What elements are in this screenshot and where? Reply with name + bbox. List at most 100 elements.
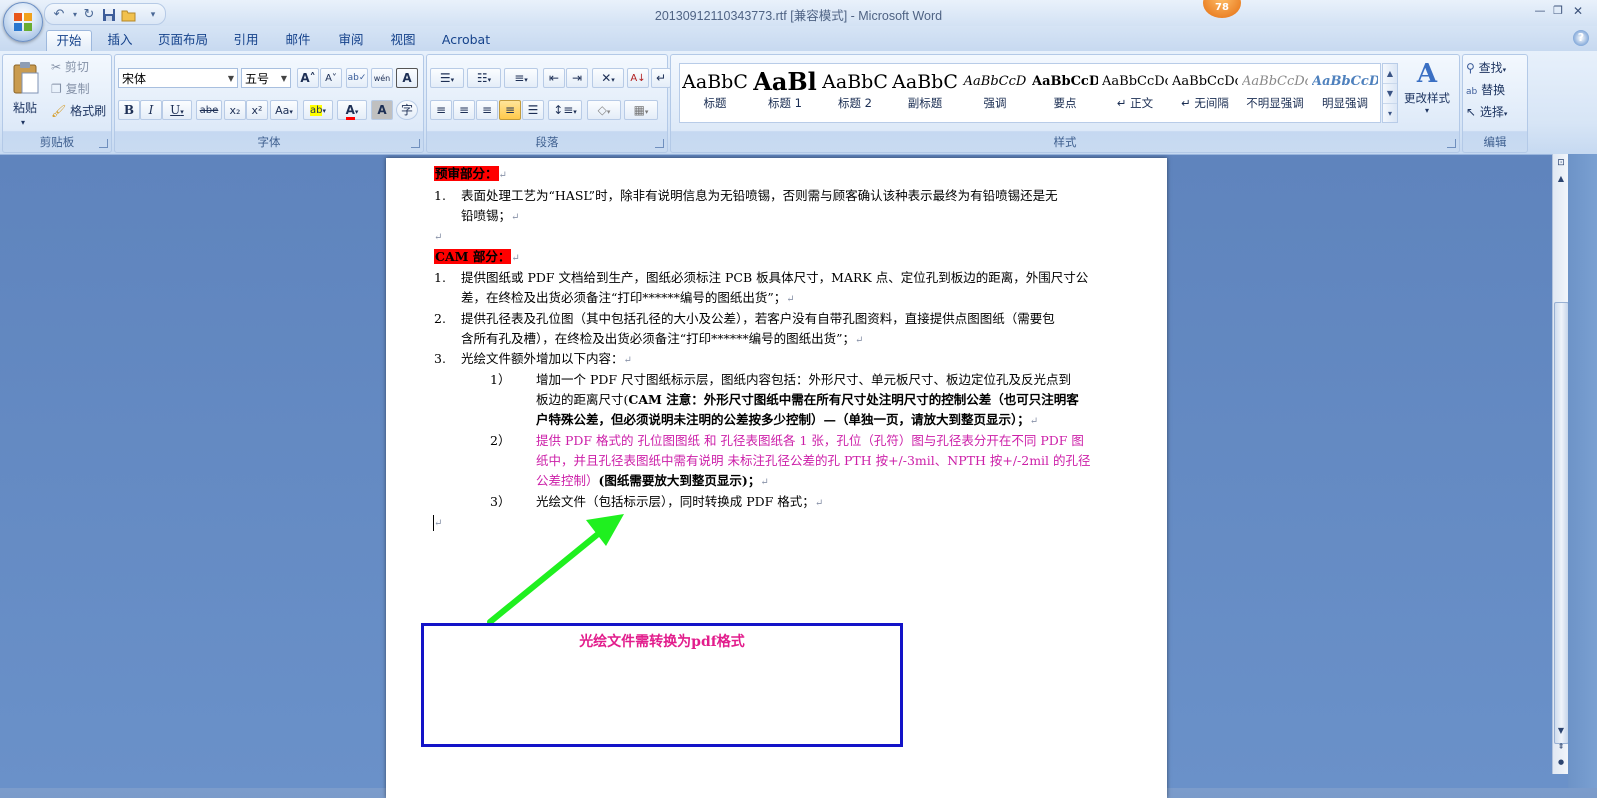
underline-button[interactable]: U▾ — [162, 100, 192, 120]
numbering-button[interactable]: ☷▾ — [467, 68, 501, 88]
phonetic-guide-button[interactable]: wén — [371, 68, 393, 88]
annotation-callout-box[interactable]: 光绘文件需转换为pdf格式 — [421, 623, 903, 747]
borders-button[interactable]: ▦▾ — [624, 100, 658, 120]
style-subtle-emphasis[interactable]: AaBbCcDc 不明显强调 — [1242, 67, 1308, 119]
change-styles-button[interactable]: A 更改样式 ▾ — [1399, 58, 1455, 128]
enclose-characters-button[interactable]: 字 — [396, 100, 418, 120]
bold-button[interactable]: B — [118, 100, 140, 120]
tab-view[interactable]: 视图 — [382, 30, 424, 51]
font-color-icon: A — [345, 103, 355, 120]
multilevel-list-button[interactable]: ≡▾ — [504, 68, 538, 88]
style-normal[interactable]: AaBbCcDc ↵ 正文 — [1102, 67, 1168, 119]
title-bar: ↶ ▾ ↻ ▾ 20130912110343773.rtf [兼容模式] - M… — [0, 0, 1597, 26]
vertical-scrollbar[interactable]: ⊡ ▲ ▼ ⇞ ● — [1552, 154, 1569, 774]
style-emphasis[interactable]: AaBbCcD 强调 — [962, 67, 1028, 119]
select-button[interactable]: ↖ 选择▾ — [1466, 102, 1524, 122]
tab-acrobat[interactable]: Acrobat — [436, 30, 496, 51]
shading-button[interactable]: ◇▾ — [587, 100, 621, 120]
office-logo-icon — [14, 13, 32, 31]
chevron-down-icon: ▾ — [354, 108, 359, 116]
paragraph-launcher-icon[interactable] — [655, 139, 664, 148]
paragraph-group: ☰▾ ☷▾ ≡▾ ⇤ ⇥ ✕▾ A↓ ↵ ≡ ≡ ≡ ≡ ☰ ↕≡▾ ◇▾ ▦▾… — [426, 54, 671, 153]
style-strong[interactable]: AaBbCcD 要点 — [1032, 67, 1098, 119]
style-heading-2[interactable]: AaBbC 标题 2 — [822, 67, 888, 119]
justify-button[interactable]: ≡ — [499, 100, 521, 120]
scroll-up-icon[interactable]: ▲ — [1554, 172, 1568, 186]
show-marks-button[interactable]: ↵ — [651, 68, 671, 88]
highlight-button[interactable]: ab▾ — [303, 100, 333, 120]
previous-page-icon[interactable]: ⇞ — [1554, 740, 1568, 754]
bullets-button[interactable]: ☰▾ — [430, 68, 464, 88]
gallery-up-icon[interactable]: ▲ — [1383, 64, 1397, 84]
superscript-button[interactable]: x² — [246, 100, 268, 120]
chinese-layout-button[interactable]: ✕▾ — [592, 68, 624, 88]
align-right-button[interactable]: ≡ — [476, 100, 498, 120]
align-center-button[interactable]: ≡ — [453, 100, 475, 120]
minimize-icon[interactable]: — — [1533, 4, 1547, 18]
style-title[interactable]: AaBbC 标题 — [682, 67, 748, 119]
tab-page-layout[interactable]: 页面布局 — [150, 30, 216, 51]
underline-label: U — [170, 103, 181, 117]
clear-formatting-button[interactable]: ab✓ — [346, 68, 368, 88]
character-shading-button[interactable]: A — [371, 100, 393, 120]
gallery-down-icon[interactable]: ▼ — [1383, 84, 1397, 104]
increase-indent-button[interactable]: ⇥ — [566, 68, 588, 88]
character-border-button[interactable]: A — [396, 68, 418, 88]
close-icon[interactable]: ✕ — [1571, 4, 1585, 18]
sort-button[interactable]: A↓ — [627, 68, 649, 88]
scroll-down-icon[interactable]: ▼ — [1554, 724, 1568, 738]
tab-insert[interactable]: 插入 — [99, 30, 141, 51]
cut-button[interactable]: ✂ 剪切 — [51, 57, 109, 77]
style-name: 强调 — [983, 96, 1007, 110]
style-name: 标题 — [703, 96, 727, 110]
scrollbar-thumb[interactable] — [1554, 302, 1569, 744]
restore-icon[interactable]: ❐ — [1551, 4, 1565, 18]
office-button[interactable] — [3, 2, 43, 42]
tab-home[interactable]: 开始 — [46, 30, 92, 52]
browse-object-icon[interactable]: ● — [1554, 755, 1568, 769]
change-case-label: Aa — [275, 104, 290, 117]
style-sample: AaBbC — [892, 71, 958, 93]
style-name: 标题 1 — [768, 96, 802, 110]
chevron-down-icon: ▼ — [280, 74, 287, 83]
tab-review[interactable]: 审阅 — [330, 30, 372, 51]
highlighter-icon: ab — [310, 105, 323, 116]
distributed-button[interactable]: ☰ — [522, 100, 544, 120]
change-case-button[interactable]: Aa▾ — [270, 100, 298, 120]
chevron-down-icon: ▾ — [1424, 106, 1429, 115]
font-launcher-icon[interactable] — [411, 139, 420, 148]
paste-button[interactable]: 粘贴 ▾ — [7, 59, 45, 129]
styles-launcher-icon[interactable] — [1447, 139, 1456, 148]
copy-icon: ❐ — [51, 82, 62, 96]
cursor-icon: ↖ — [1466, 105, 1477, 119]
font-size-combo[interactable]: 五号 ▼ — [241, 68, 291, 88]
clipboard-launcher-icon[interactable] — [99, 139, 108, 148]
copy-button[interactable]: ❐ 复制 — [51, 79, 109, 99]
style-name: ↵ 正文 — [1116, 96, 1154, 110]
format-painter-button[interactable]: 🖌 格式刷 — [51, 101, 109, 121]
align-left-button[interactable]: ≡ — [430, 100, 452, 120]
line-spacing-button[interactable]: ↕≡▾ — [548, 100, 582, 120]
style-subtitle[interactable]: AaBbC 副标题 — [892, 67, 958, 119]
replace-label: 替换 — [1481, 83, 1506, 97]
style-heading-1[interactable]: AaBl 标题 1 — [752, 67, 818, 119]
find-button[interactable]: ⚲ 查找▾ — [1466, 58, 1524, 78]
font-name-combo[interactable]: 宋体 ▼ — [118, 68, 238, 88]
replace-button[interactable]: ab 替换 — [1466, 80, 1524, 100]
grow-font-button[interactable]: A˄ — [297, 68, 319, 88]
tab-references[interactable]: 引用 — [225, 30, 267, 51]
ruler-toggle-icon[interactable]: ⊡ — [1554, 156, 1568, 170]
style-no-spacing[interactable]: AaBbCcDc ↵ 无间隔 — [1172, 67, 1238, 119]
shrink-font-button[interactable]: A˅ — [320, 68, 342, 88]
tab-mailings[interactable]: 邮件 — [277, 30, 319, 51]
italic-button[interactable]: I — [140, 100, 162, 120]
strikethrough-button[interactable]: abe — [196, 100, 222, 120]
style-intense-emphasis[interactable]: AaBbCcDc 明显强调 — [1312, 67, 1378, 119]
subscript-button[interactable]: x₂ — [224, 100, 246, 120]
decrease-indent-button[interactable]: ⇤ — [543, 68, 565, 88]
style-sample: AaBbC — [822, 71, 888, 93]
gallery-more-icon[interactable]: ▾ — [1383, 104, 1397, 123]
font-color-button[interactable]: A▾ — [337, 100, 367, 120]
help-icon[interactable]: ? — [1573, 30, 1589, 46]
window-frame-right — [1568, 154, 1597, 788]
